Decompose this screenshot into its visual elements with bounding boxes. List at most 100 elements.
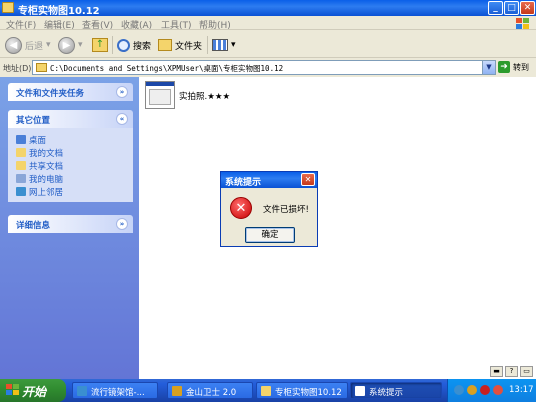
place-link[interactable]: 网上邻居 <box>16 185 133 198</box>
chevron-down-icon[interactable]: » <box>116 218 128 230</box>
back-arrow-icon: ◀ <box>5 36 22 54</box>
back-label: 后退 <box>25 41 44 52</box>
place-link[interactable]: 我的文档 <box>16 146 133 159</box>
search-button[interactable]: 搜索 <box>117 35 151 55</box>
windows-logo-icon <box>514 17 534 30</box>
file-name: 实拍照.★★★ <box>179 92 231 102</box>
dialog-title: 系统提示 <box>225 178 262 188</box>
maximize-button[interactable]: □ <box>504 1 519 15</box>
views-button[interactable]: ▾ <box>212 35 236 55</box>
taskbar-button-label: 专柜实物图10.12 <box>275 388 342 398</box>
taskbar-button[interactable]: 系统提示 <box>350 382 442 399</box>
details-header[interactable]: 详细信息 » <box>8 215 133 233</box>
forward-dropdown-icon: ▾ <box>78 40 83 50</box>
up-folder-icon: ↑ <box>92 38 108 52</box>
start-label: 开始 <box>22 385 47 399</box>
search-label: 搜索 <box>133 41 152 52</box>
menu-file[interactable]: 文件(F) <box>6 18 36 31</box>
go-arrow-icon: ➜ <box>498 61 510 73</box>
address-field[interactable]: C:\Documents and Settings\XPMUser\桌面\专柜实… <box>32 60 496 75</box>
other-places-header[interactable]: 其它位置 « <box>8 110 133 128</box>
place-link[interactable]: 共享文档 <box>16 159 133 172</box>
shield-icon[interactable] <box>480 385 490 395</box>
go-label: 转到 <box>513 62 529 72</box>
menu-tools[interactable]: 工具(T) <box>161 18 192 31</box>
folders-icon <box>158 39 172 51</box>
up-folder-button[interactable]: ↑ <box>92 35 108 55</box>
taskbar-button[interactable]: 金山卫士 2.0 <box>167 382 253 399</box>
clock: 13:17 <box>509 385 534 395</box>
menu-bar: 文件(F) 编辑(E) 查看(V) 收藏(A) 工具(T) 帮助(H) <box>0 16 536 31</box>
minimize-all-icon[interactable]: ▬ <box>490 366 503 377</box>
explorer-window: 专柜实物图10.12 _ □ ✕ 文件(F) 编辑(E) 查看(V) 收藏(A)… <box>0 0 536 379</box>
taskbar-button-label: 流行镜架馆-... <box>91 388 145 398</box>
shared-documents-icon <box>16 161 26 170</box>
close-button[interactable]: ✕ <box>520 1 535 15</box>
app-icon <box>172 386 182 396</box>
details-panel: 详细信息 » <box>8 215 133 233</box>
menu-favorites[interactable]: 收藏(A) <box>121 18 152 31</box>
place-link-label: 共享文档 <box>29 161 64 172</box>
status-icons: ▬ ? ▭ <box>490 366 533 377</box>
place-link-label: 我的文档 <box>29 148 64 159</box>
address-path: C:\Documents and Settings\XPMUser\桌面\专柜实… <box>50 64 284 73</box>
details-title: 详细信息 <box>16 221 51 231</box>
go-button[interactable]: ➜ 转到 <box>498 61 529 73</box>
folders-button[interactable]: 文件夹 <box>158 35 202 55</box>
app-icon <box>261 386 271 396</box>
help-icon[interactable]: ? <box>505 366 518 377</box>
toolbar-separator <box>207 36 208 54</box>
chevron-up-icon[interactable]: « <box>116 113 128 125</box>
ok-button[interactable]: 确定 <box>245 227 295 243</box>
error-icon: ✕ <box>230 197 252 219</box>
file-tasks-header[interactable]: 文件和文件夹任务 » <box>8 83 133 101</box>
windows-flag-icon <box>6 384 19 396</box>
taskbar-button-label: 系统提示 <box>369 388 404 398</box>
views-dropdown-icon: ▾ <box>231 40 236 50</box>
back-dropdown-icon: ▾ <box>46 40 51 50</box>
toolbar-separator <box>112 36 113 54</box>
task-pane: 文件和文件夹任务 » 其它位置 « 桌面我的文档共享文档我的电脑网上邻居 详细信… <box>0 77 139 379</box>
network-icon[interactable] <box>454 385 464 395</box>
network-places-icon <box>16 187 26 196</box>
other-places-title: 其它位置 <box>16 116 51 126</box>
antivirus-icon[interactable] <box>493 385 503 395</box>
folders-label: 文件夹 <box>175 41 203 52</box>
menu-view[interactable]: 查看(V) <box>82 18 113 31</box>
toolbar: ◀ 后退 ▾ ▶ ▾ ↑ 搜索 文件夹 ▾ <box>0 31 536 58</box>
file-tasks-title: 文件和文件夹任务 <box>16 89 85 99</box>
title-bar[interactable]: 专柜实物图10.12 _ □ ✕ <box>0 0 536 17</box>
taskbar-button[interactable]: 专柜实物图10.12 <box>256 382 348 399</box>
menu-edit[interactable]: 编辑(E) <box>44 18 75 31</box>
app-icon <box>77 386 87 396</box>
dialog-title-bar[interactable]: 系统提示 ✕ <box>221 172 317 188</box>
desktop-icon <box>16 135 26 144</box>
other-places-list: 桌面我的文档共享文档我的电脑网上邻居 <box>8 128 133 202</box>
forward-arrow-icon: ▶ <box>58 36 75 54</box>
address-label: 地址(D) <box>3 64 32 73</box>
security-icon[interactable] <box>467 385 477 395</box>
address-bar: 地址(D) C:\Documents and Settings\XPMUser\… <box>0 59 536 77</box>
window-title: 专柜实物图10.12 <box>18 6 100 17</box>
chevron-down-icon[interactable]: » <box>116 86 128 98</box>
taskbar-button[interactable]: 流行镜架馆-... <box>72 382 158 399</box>
minimize-button[interactable]: _ <box>488 1 503 15</box>
place-link-label: 我的电脑 <box>29 174 64 185</box>
start-button[interactable]: 开始 <box>0 379 66 402</box>
back-button[interactable]: ◀ 后退 ▾ <box>5 35 51 55</box>
system-alert-dialog: 系统提示 ✕ ✕ 文件已损坏! 确定 <box>220 171 318 247</box>
dialog-message: 文件已损坏! <box>263 205 309 215</box>
forward-button[interactable]: ▶ ▾ <box>58 35 83 55</box>
place-link-label: 网上邻居 <box>29 187 64 198</box>
dialog-close-button[interactable]: ✕ <box>301 173 315 186</box>
place-link[interactable]: 我的电脑 <box>16 172 133 185</box>
place-link-label: 桌面 <box>29 135 47 146</box>
other-places-panel: 其它位置 « 桌面我的文档共享文档我的电脑网上邻居 <box>8 110 133 202</box>
toggle-icon[interactable]: ▭ <box>520 366 533 377</box>
chevron-down-icon[interactable]: ▼ <box>482 61 495 74</box>
menu-help[interactable]: 帮助(H) <box>199 18 231 31</box>
my-computer-icon <box>16 174 26 183</box>
file-list-area[interactable]: 实拍照.★★★ <box>139 77 536 379</box>
place-link[interactable]: 桌面 <box>16 133 133 146</box>
folder-icon <box>36 63 47 72</box>
